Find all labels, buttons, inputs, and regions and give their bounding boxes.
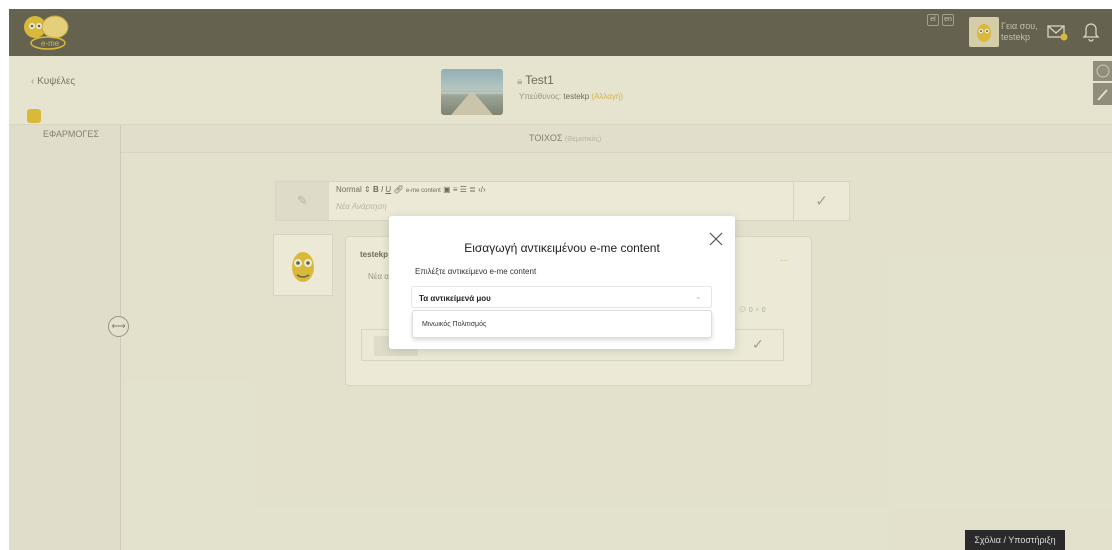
content-select[interactable]: Τα αντικείμενά μου ⌄ (411, 286, 712, 308)
app-frame: e-me el en Γεια σου, testekp ‹ Κυψέλες 🔒… (9, 9, 1112, 550)
dropdown-option[interactable]: Μινωικός Πολιτισμός (422, 321, 486, 328)
feedback-button[interactable]: Σχόλια / Υποστήριξη (965, 530, 1065, 550)
select-dropdown: Μινωικός Πολιτισμός (412, 310, 712, 338)
modal-title: Εισαγωγή αντικειμένου e-me content (464, 241, 660, 255)
close-icon[interactable] (707, 230, 725, 248)
select-value: Τα αντικείμενά μου (419, 294, 491, 303)
chevron-down-icon: ⌄ (695, 292, 702, 301)
select-label: Επιλέξτε αντικείμενο e-me content (415, 267, 537, 276)
